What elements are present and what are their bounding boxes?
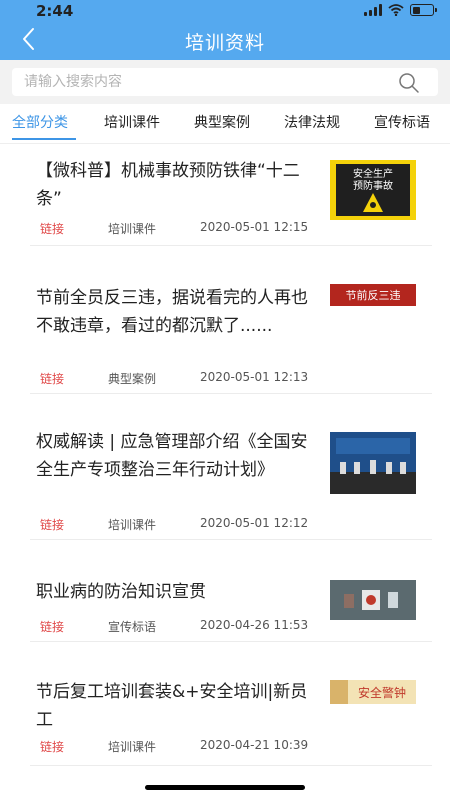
item-link-tag[interactable]: 链接 <box>40 370 108 387</box>
battery-icon <box>410 4 437 16</box>
item-link-tag[interactable]: 链接 <box>40 618 108 635</box>
list-item[interactable]: 职业病的防治知识宣贯 链接 宣传标语 2020-04-26 11:53 <box>0 540 450 642</box>
item-thumbnail <box>330 432 416 494</box>
item-category: 培训课件 <box>108 222 157 236</box>
divider <box>30 765 432 766</box>
item-time: 2020-05-01 12:12 <box>200 516 309 530</box>
search-bar <box>0 60 450 104</box>
item-link-tag[interactable]: 链接 <box>40 220 108 237</box>
list-item[interactable]: 节前全员反三违，据说看完的人再也不敢违章，看过的都沉默了...... 链接 典型… <box>0 246 450 394</box>
item-time: 2020-04-26 11:53 <box>200 618 309 632</box>
item-thumbnail: 节前反三违 <box>330 284 416 306</box>
item-time: 2020-04-21 10:39 <box>200 738 309 752</box>
status-time: 2:44 <box>36 2 74 20</box>
item-category: 培训课件 <box>108 740 157 754</box>
list-item[interactable]: 【微科普】机械事故预防铁律“十二条” 链接 培训课件 2020-05-01 12… <box>0 144 450 246</box>
item-time: 2020-05-01 12:15 <box>200 220 309 234</box>
tab-slogans[interactable]: 宣传标语 <box>374 104 450 143</box>
item-meta: 链接 培训课件 2020-05-01 12:12 <box>40 516 308 533</box>
item-link-tag[interactable]: 链接 <box>40 738 108 755</box>
status-icons <box>364 4 437 16</box>
thumb-text: 安全警钟 <box>358 685 406 700</box>
page-title: 培训资料 <box>184 32 265 54</box>
item-thumbnail <box>330 580 416 620</box>
item-title: 权威解读 | 应急管理部介绍《全国安全生产专项整治三年行动计划》 <box>36 432 308 480</box>
item-thumbnail: 安全生产 预防事故 <box>330 160 416 220</box>
item-title: 节前全员反三违，据说看完的人再也不敢违章，看过的都沉默了...... <box>36 288 308 336</box>
thumb-text: 安全生产 <box>353 167 393 180</box>
tab-laws-regulations[interactable]: 法律法规 <box>284 104 362 143</box>
home-indicator <box>145 785 305 790</box>
wifi-icon <box>388 4 404 16</box>
thumb-text: 节前反三违 <box>346 288 401 302</box>
item-meta: 链接 培训课件 2020-04-21 10:39 <box>40 738 308 755</box>
item-meta: 链接 培训课件 2020-05-01 12:15 <box>40 220 308 237</box>
search-box[interactable] <box>12 68 438 96</box>
item-category: 培训课件 <box>108 518 157 532</box>
status-bar: 2:44 <box>0 0 450 22</box>
item-time: 2020-05-01 12:13 <box>200 370 309 384</box>
category-tabs: 全部分类 培训课件 典型案例 法律法规 宣传标语 <box>0 104 450 144</box>
item-thumbnail: 安全警钟 <box>330 680 416 704</box>
item-title: 【微科普】机械事故预防铁律“十二条” <box>36 161 300 209</box>
signal-icon <box>364 4 382 16</box>
item-title: 节后复工培训套装&+安全培训|新员工 <box>36 682 308 730</box>
search-icon[interactable] <box>398 72 420 94</box>
item-meta: 链接 宣传标语 2020-04-26 11:53 <box>40 618 308 635</box>
item-meta: 链接 典型案例 2020-05-01 12:13 <box>40 370 308 387</box>
search-input[interactable] <box>12 68 392 96</box>
tab-training-courseware[interactable]: 培训课件 <box>104 104 182 143</box>
app-header: 2:44 培训资料 <box>0 0 450 60</box>
item-category: 宣传标语 <box>108 620 157 634</box>
list-item[interactable]: 节后复工培训套装&+安全培训|新员工 链接 培训课件 2020-04-21 10… <box>0 642 450 766</box>
item-title: 职业病的防治知识宣贯 <box>36 582 206 602</box>
list-item[interactable]: 权威解读 | 应急管理部介绍《全国安全生产专项整治三年行动计划》 链接 培训课件… <box>0 394 450 540</box>
tab-all[interactable]: 全部分类 <box>12 104 90 143</box>
tab-typical-cases[interactable]: 典型案例 <box>194 104 272 143</box>
item-link-tag[interactable]: 链接 <box>40 516 108 533</box>
thumb-text: 预防事故 <box>353 179 393 192</box>
item-category: 典型案例 <box>108 372 157 386</box>
